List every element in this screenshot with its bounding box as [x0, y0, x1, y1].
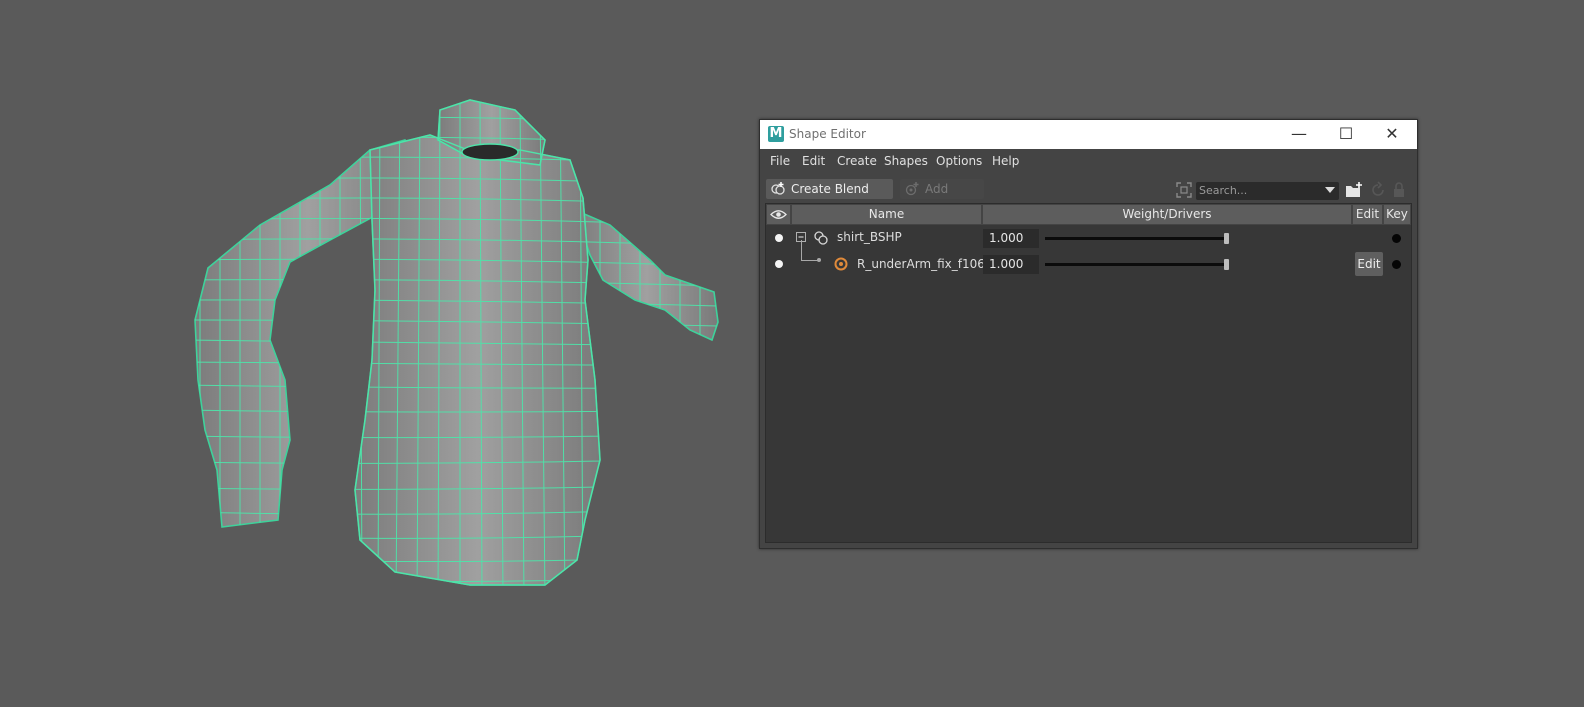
weight-slider-handle[interactable]	[1224, 233, 1229, 244]
menu-edit[interactable]: Edit	[802, 154, 825, 168]
maya-logo-icon: M	[768, 126, 784, 142]
weight-slider[interactable]	[1045, 263, 1226, 266]
menu-shapes[interactable]: Shapes	[884, 154, 928, 168]
search-field[interactable]	[1196, 182, 1339, 200]
menu-bar: File Edit Create Shapes Options Help	[760, 149, 1417, 173]
add-target-icon	[905, 182, 919, 196]
menu-help[interactable]: Help	[992, 154, 1019, 168]
tree-connector-vertical	[801, 240, 802, 260]
title-bar[interactable]: M Shape Editor — ☐ ✕	[760, 120, 1417, 149]
menu-options[interactable]: Options	[936, 154, 982, 168]
eye-icon	[770, 210, 787, 219]
visibility-toggle[interactable]	[775, 234, 783, 242]
menu-file[interactable]: File	[770, 154, 790, 168]
weight-input[interactable]: 1.000	[983, 255, 1039, 274]
create-blend-shape-button[interactable]: Create Blend Shape	[766, 179, 893, 216]
frame-selection-icon[interactable]	[1175, 181, 1193, 199]
blend-shape-icon	[771, 182, 785, 195]
table-row[interactable]: shirt_BSHP 1.000	[766, 226, 1411, 250]
table-row[interactable]: R_underArm_fix_f1066 1.000 Edit	[766, 240, 1411, 276]
minimize-button[interactable]: —	[1279, 123, 1319, 145]
maximize-button[interactable]: ☐	[1326, 123, 1366, 145]
target-name: R_underArm_fix_f1066	[857, 257, 993, 271]
key-button[interactable]	[1392, 260, 1401, 269]
tree-connector-horizontal	[801, 260, 818, 261]
weight-slider-handle[interactable]	[1224, 259, 1229, 270]
edit-target-button[interactable]: Edit	[1355, 252, 1383, 276]
lock-icon[interactable]	[1390, 181, 1408, 199]
edit-column-header[interactable]: Edit	[1353, 205, 1382, 224]
shape-editor-window: M Shape Editor — ☐ ✕ File Edit Create Sh…	[759, 119, 1418, 549]
tree-connector-dot	[817, 258, 821, 262]
weight-drivers-column-header[interactable]: Weight/Drivers	[983, 205, 1351, 224]
target-shape-icon	[834, 257, 848, 271]
name-column-header[interactable]: Name	[792, 205, 981, 224]
menu-create[interactable]: Create	[837, 154, 877, 168]
refresh-icon[interactable]	[1369, 181, 1387, 199]
weight-slider[interactable]	[1045, 237, 1226, 240]
blend-shape-node-icon	[814, 231, 828, 245]
shape-list-panel: Name Weight/Drivers Edit Key shirt_BSHP …	[765, 203, 1412, 543]
search-dropdown-icon[interactable]	[1325, 187, 1335, 193]
visibility-column-header[interactable]	[767, 205, 790, 224]
add-target-button[interactable]: Add Target	[900, 179, 984, 216]
close-button[interactable]: ✕	[1372, 123, 1412, 145]
visibility-toggle[interactable]	[775, 260, 783, 268]
table-header: Name Weight/Drivers Edit Key	[766, 204, 1411, 225]
blend-shape-name: shirt_BSHP	[837, 230, 902, 244]
new-folder-icon[interactable]	[1345, 181, 1363, 199]
key-column-header[interactable]: Key	[1384, 205, 1410, 224]
window-title: Shape Editor	[789, 127, 866, 141]
key-button[interactable]	[1392, 234, 1401, 243]
weight-input[interactable]: 1.000	[983, 229, 1039, 248]
search-input[interactable]	[1199, 183, 1319, 198]
